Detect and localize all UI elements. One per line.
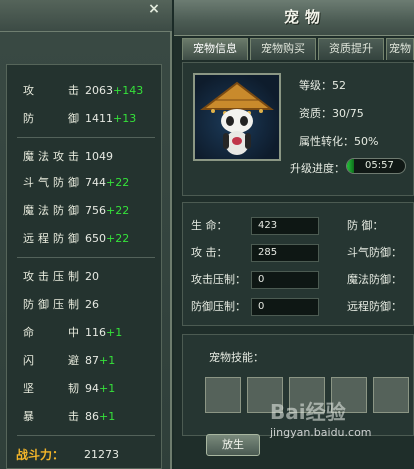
stat-label: 攻击压制 <box>23 270 79 283</box>
stat-label: 魔法防御 <box>23 204 79 217</box>
attr-label-defense: 防 御： <box>347 219 384 232</box>
exp-progress-label: 升级进度： <box>290 162 345 175</box>
stat-row-magic-defense: 魔法防御 756+22 <box>7 201 163 221</box>
stat-bonus: +22 <box>106 176 130 189</box>
release-pet-button[interactable]: 放生 <box>206 434 260 456</box>
exp-progress-value: 05:57 <box>365 160 394 171</box>
attr-label-hp: 生 命： <box>191 219 228 232</box>
close-icon[interactable]: × <box>146 1 162 17</box>
stat-label: 坚韧 <box>23 382 79 395</box>
stat-bonus: +1 <box>99 382 116 395</box>
stat-bonus: +22 <box>106 204 130 217</box>
stat-row-attack: 攻击 2063+143 <box>7 81 163 101</box>
watermark: Bai经验 jingyan.baidu.com <box>270 396 414 456</box>
attr-label-defense-suppress: 防御压制： <box>191 300 246 313</box>
tab-pet-purchase[interactable]: 宠物购买 <box>250 38 316 60</box>
stat-value: 94+1 <box>85 382 116 395</box>
skill-slot-1[interactable] <box>205 377 241 413</box>
stat-row-defense-suppress: 防御压制 26 <box>7 295 163 315</box>
attr-label-attack: 攻 击： <box>191 246 228 259</box>
stat-value: 756+22 <box>85 204 130 217</box>
stat-row-qi-defense: 斗气防御 744+22 <box>7 173 163 193</box>
tab-pet-more[interactable]: 宠物 <box>386 38 414 60</box>
stat-value: 2063+143 <box>85 84 144 97</box>
stat-label: 暴击 <box>23 410 79 423</box>
stat-row-magic-attack: 魔法攻击 1049 <box>7 147 163 167</box>
stat-label: 魔法攻击 <box>23 150 79 163</box>
stat-label: 斗气防御 <box>23 176 79 189</box>
skills-title: 宠物技能： <box>209 351 264 364</box>
stat-row-toughness: 坚韧 94+1 <box>7 379 163 399</box>
stat-bonus: +1 <box>99 354 116 367</box>
divider <box>17 435 155 436</box>
attr-label-magic-defense: 魔法防御： <box>347 273 402 286</box>
attr-value-hp: 423 <box>251 217 319 235</box>
attr-value-attack-suppress: 0 <box>251 271 319 289</box>
stat-bonus: +1 <box>106 326 123 339</box>
stat-row-dodge: 闪避 87+1 <box>7 351 163 371</box>
panda-pet-icon <box>200 81 274 155</box>
stat-row-crit: 暴击 86+1 <box>7 407 163 427</box>
attr-value-attack: 285 <box>251 244 319 262</box>
stat-value: 26 <box>85 298 99 311</box>
pet-window: 宠物 宠物信息 宠物购买 资质提升 宠物 等级：52 资质：30/75 属性转化… <box>174 0 414 469</box>
character-stat-panel: × 攻击 2063+143 防御 1411+13 魔法攻击 1049 斗气防御 … <box>0 0 172 469</box>
stat-value: 1411+13 <box>85 112 137 125</box>
divider <box>17 137 155 138</box>
stat-value: 87+1 <box>85 354 116 367</box>
stat-row-defense: 防御 1411+13 <box>7 109 163 129</box>
stat-bonus: +143 <box>113 84 144 97</box>
pet-window-header: 宠物 <box>174 0 414 36</box>
watermark-logo: Bai经验 <box>270 400 346 424</box>
pet-tabs: 宠物信息 宠物购买 资质提升 宠物 <box>182 38 414 60</box>
attr-label-ranged-defense: 远程防御： <box>347 300 402 313</box>
pet-aptitude: 资质：30/75 <box>299 107 364 120</box>
stat-label: 防御压制 <box>23 298 79 311</box>
stat-bonus: +1 <box>99 410 116 423</box>
stat-value: 20 <box>85 270 99 283</box>
attr-value-defense-suppress: 0 <box>251 298 319 316</box>
exp-progress-bar: 05:57 <box>346 158 406 174</box>
stat-bonus: +13 <box>113 112 137 125</box>
stat-row-ranged-defense: 远程防御 650+22 <box>7 229 163 249</box>
stat-label: 命中 <box>23 326 79 339</box>
watermark-url: jingyan.baidu.com <box>270 426 372 439</box>
combat-power-value: 21273 <box>84 448 119 461</box>
pet-attributes: 生 命： 423 攻 击： 285 攻击压制： 0 防御压制： 0 防 御： 斗… <box>182 202 414 326</box>
stat-value: 86+1 <box>85 410 116 423</box>
stat-row-attack-suppress: 攻击压制 20 <box>7 267 163 287</box>
stat-value: 650+22 <box>85 232 130 245</box>
attr-label-qi-defense: 斗气防御： <box>347 246 402 259</box>
tab-aptitude-upgrade[interactable]: 资质提升 <box>318 38 384 60</box>
tab-pet-info[interactable]: 宠物信息 <box>182 38 248 60</box>
stat-value: 744+22 <box>85 176 130 189</box>
pet-conversion: 属性转化：50% <box>299 135 379 148</box>
pet-portrait <box>193 73 281 161</box>
exp-progress-fill <box>347 159 354 173</box>
combat-power: 战斗力： 21273 <box>0 445 156 465</box>
stat-label: 防御 <box>23 112 79 125</box>
stat-label: 闪避 <box>23 354 79 367</box>
pet-level: 等级：52 <box>299 79 346 92</box>
attr-label-attack-suppress: 攻击压制： <box>191 273 246 286</box>
stat-label: 远程防御 <box>23 232 79 245</box>
stat-row-hit: 命中 116+1 <box>7 323 163 343</box>
divider <box>17 257 155 258</box>
combat-power-label: 战斗力： <box>16 448 65 462</box>
pet-window-title: 宠物 <box>284 8 327 26</box>
stat-list: 攻击 2063+143 防御 1411+13 魔法攻击 1049 斗气防御 74… <box>6 64 162 469</box>
stat-label: 攻击 <box>23 84 79 97</box>
stat-bonus: +22 <box>106 232 130 245</box>
stat-value: 1049 <box>85 150 113 163</box>
stat-value: 116+1 <box>85 326 123 339</box>
